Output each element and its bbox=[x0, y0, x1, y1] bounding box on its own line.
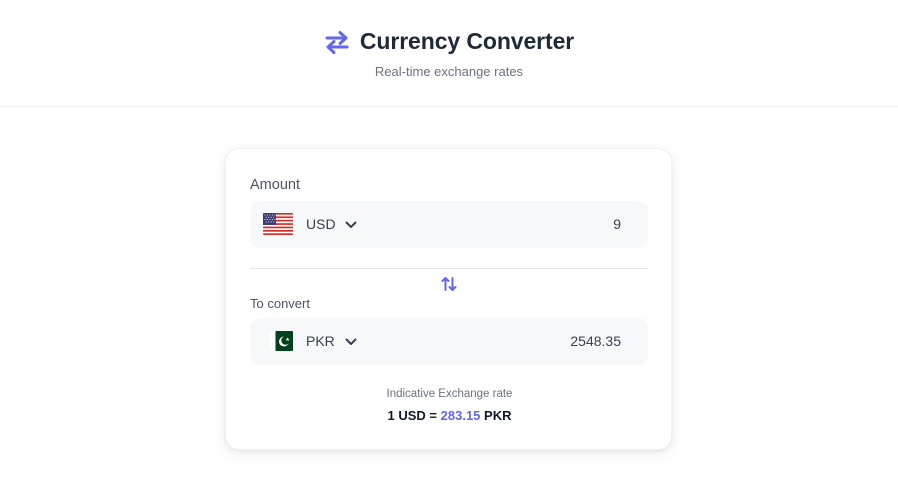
page-title: Currency Converter bbox=[359, 28, 575, 54]
divider bbox=[250, 268, 648, 269]
chevron-down-icon[interactable] bbox=[344, 218, 358, 232]
pk-flag-icon bbox=[270, 331, 293, 351]
rate-quote: PKR bbox=[484, 408, 512, 423]
from-currency-select[interactable]: USD bbox=[306, 216, 336, 232]
chevron-down-icon[interactable] bbox=[344, 335, 358, 349]
to-currency-row: PKR 2548.35 bbox=[250, 318, 648, 365]
app-header: Currency Converter Real-time exchange ra… bbox=[0, 0, 898, 107]
swap-horizontal-icon bbox=[324, 29, 350, 55]
converted-amount: 2548.35 bbox=[570, 333, 621, 349]
amount-label: Amount bbox=[250, 177, 300, 193]
amount-input[interactable]: 9 bbox=[613, 216, 621, 232]
title-row: Currency Converter bbox=[0, 28, 898, 55]
swap-button[interactable] bbox=[439, 276, 459, 296]
rate-value: 283.15 bbox=[440, 408, 481, 423]
to-currency-select[interactable]: PKR bbox=[306, 333, 335, 349]
page-subtitle: Real-time exchange rates bbox=[374, 64, 524, 79]
convert-label: To convert bbox=[250, 296, 310, 311]
rate-base: 1 USD = bbox=[387, 408, 438, 423]
us-flag-icon bbox=[263, 213, 293, 235]
exchange-rate: 1 USD = 283.15 PKR bbox=[226, 408, 673, 423]
swap-vertical-icon bbox=[440, 275, 458, 298]
from-currency-row: USD 9 bbox=[250, 201, 648, 248]
converter-card: Amount USD 9 To convert PKR 2548.35 Indi… bbox=[225, 148, 672, 450]
rate-caption: Indicative Exchange rate bbox=[386, 388, 513, 400]
